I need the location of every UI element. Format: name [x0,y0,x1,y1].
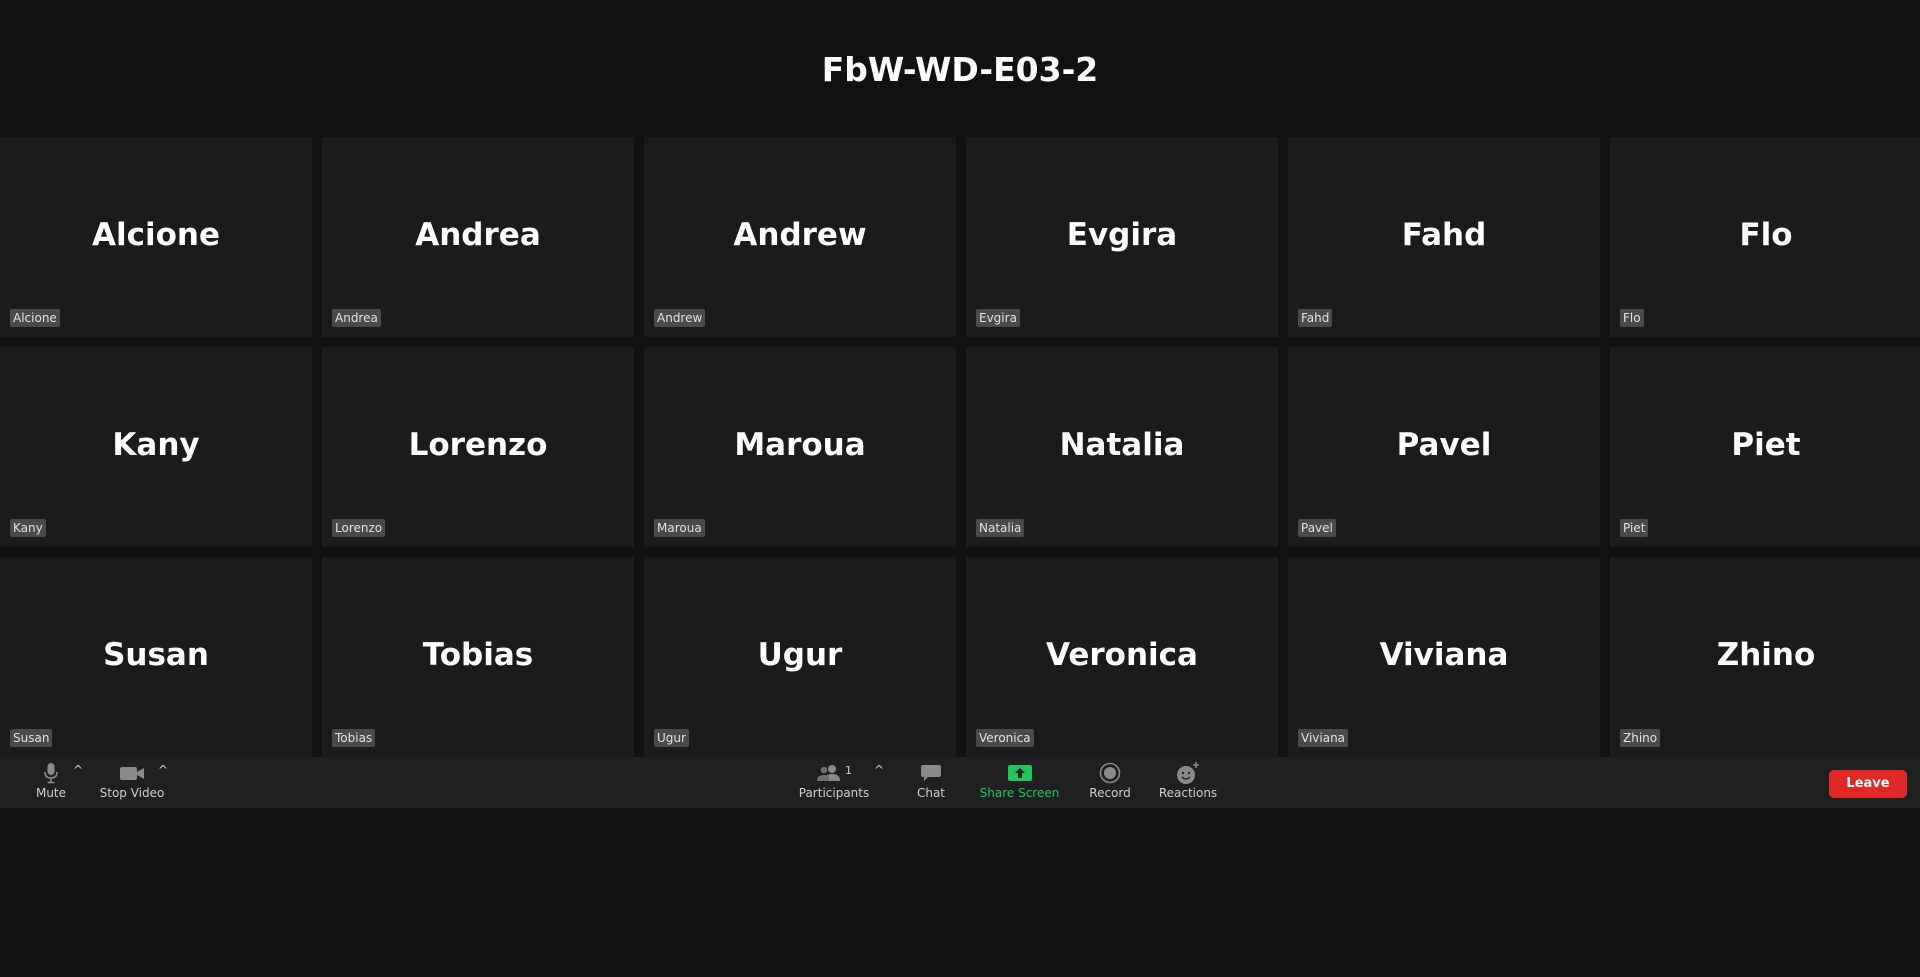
participants-options-caret[interactable]: ^ [874,763,884,777]
participant-tile[interactable]: Kany Kany [0,347,312,547]
participant-tile[interactable]: Piet Piet [1610,347,1920,547]
participant-tile[interactable]: Veronica Veronica [966,557,1278,757]
participant-display-name: Lorenzo [408,427,548,463]
participant-tile[interactable]: Andrea Andrea [322,137,634,337]
participant-name-tag: Flo [1620,309,1644,327]
record-label: Record [1089,786,1131,800]
meeting-window: FbW-WD-E03-2 Alcione Alcione Andrea Andrea A… [0,0,1920,977]
participant-tile[interactable]: Fahd Fahd [1288,137,1600,337]
participant-name-tag: Veronica [976,729,1034,747]
video-options-caret[interactable]: ^ [158,763,168,777]
participant-name-tag: Alcione [10,309,60,327]
participant-name-tag: Piet [1620,519,1649,537]
participants-count: 1 [845,764,852,777]
participants-label: Participants [798,786,870,800]
share-screen-button[interactable]: Share Screen [979,760,1060,802]
participant-display-name: Kany [112,427,200,463]
participant-name-tag: Maroua [654,519,705,537]
participant-tile[interactable]: Flo Flo [1610,137,1920,337]
share-screen-icon [979,760,1060,785]
participant-tile[interactable]: Alcione Alcione [0,137,312,337]
participant-tile[interactable]: Viviana Viviana [1288,557,1600,757]
participant-display-name: Pavel [1396,427,1492,463]
leave-button[interactable]: Leave [1829,770,1907,798]
participant-tile[interactable]: Natalia Natalia [966,347,1278,547]
participant-name-tag: Viviana [1298,729,1349,747]
participant-display-name: Maroua [734,427,866,463]
reactions-label: Reactions [1158,786,1218,800]
participant-name-tag: Andrea [332,309,381,327]
chat-icon [911,760,951,785]
share-screen-label: Share Screen [979,786,1060,800]
participant-name-tag: Natalia [976,519,1025,537]
participant-tile[interactable]: Lorenzo Lorenzo [322,347,634,547]
participants-button[interactable]: 1 Participants [797,760,871,802]
participant-display-name: Evgira [1066,217,1178,253]
participant-tile[interactable]: Zhino Zhino [1610,557,1920,757]
chat-label: Chat [916,786,946,800]
participant-display-name: Susan [103,637,209,673]
participant-name-tag: Susan [10,729,53,747]
reactions-icon [1157,760,1219,785]
participant-display-name: Tobias [422,637,534,673]
empty-area [0,808,1920,977]
participant-tile[interactable]: Maroua Maroua [644,347,956,547]
participant-tile[interactable]: Evgira Evgira [966,137,1278,337]
participant-display-name: Alcione [91,217,220,253]
audio-options-caret[interactable]: ^ [73,763,83,777]
participant-display-name: Natalia [1059,427,1185,463]
participant-tile[interactable]: Tobias Tobias [322,557,634,757]
participant-tile[interactable]: Pavel Pavel [1288,347,1600,547]
stop-video-label: Stop Video [99,786,165,800]
record-button[interactable]: Record [1087,760,1133,802]
chat-button[interactable]: Chat [911,760,951,802]
microphone-icon [30,760,72,785]
participant-name-tag: Ugur [654,729,689,747]
participant-tile[interactable]: Ugur Ugur [644,557,956,757]
participants-icon: 1 [797,760,871,785]
participant-name-tag: Fahd [1298,309,1333,327]
participant-name-tag: Evgira [976,309,1020,327]
participant-display-name: Andrea [415,217,541,253]
participant-name-tag: Tobias [332,729,376,747]
participant-name-tag: Pavel [1298,519,1336,537]
participant-name-tag: Kany [10,519,46,537]
record-icon [1087,760,1133,785]
participant-display-name: Ugur [757,637,843,673]
meeting-toolbar: Mute ^ Stop Video ^ 1 Participants ^ Cha… [0,757,1920,808]
participant-display-name: Fahd [1401,217,1487,253]
reactions-button[interactable]: Reactions [1157,760,1219,802]
participant-tile[interactable]: Susan Susan [0,557,312,757]
participant-name-tag: Andrew [654,309,706,327]
stop-video-button[interactable]: Stop Video [98,760,166,802]
video-camera-icon [98,760,166,785]
participant-display-name: Andrew [733,217,867,253]
mute-button[interactable]: Mute [30,760,72,802]
participant-display-name: Flo [1739,217,1793,253]
participant-name-tag: Zhino [1620,729,1661,747]
participant-display-name: Veronica [1046,637,1198,673]
participant-display-name: Zhino [1716,637,1816,673]
participant-grid: Alcione Alcione Andrea Andrea Andrew Andrew Ev… [0,137,1920,757]
participant-name-tag: Lorenzo [332,519,386,537]
participant-tile[interactable]: Andrew Andrew [644,137,956,337]
meeting-title: FbW-WD-E03-2 [821,50,1099,89]
participant-display-name: Piet [1731,427,1801,463]
participant-display-name: Viviana [1379,637,1509,673]
mute-label: Mute [35,786,67,800]
